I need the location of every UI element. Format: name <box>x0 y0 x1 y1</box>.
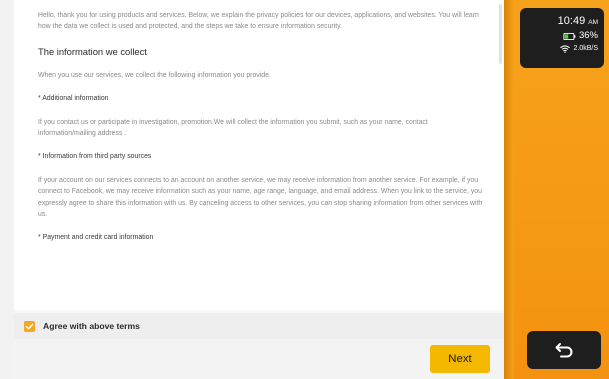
clock-time: 10:49 <box>557 15 586 27</box>
section-third-party-text: If your account on our services connects… <box>38 176 483 219</box>
scrollbar[interactable] <box>499 4 502 64</box>
bottom-action-bar: Next <box>14 339 504 379</box>
check-icon <box>25 323 34 329</box>
network-status: 2.0kB/S <box>520 43 598 55</box>
clock: 10:49 AM <box>520 15 598 29</box>
section-additional-title: * Additional information <box>38 95 109 103</box>
section-third-party-title: * Information from third party sources <box>38 153 152 161</box>
clock-ampm: AM <box>588 19 598 26</box>
battery-status: 36% <box>520 30 598 42</box>
next-button[interactable]: Next <box>430 345 490 373</box>
agree-checkbox[interactable] <box>24 320 35 332</box>
privacy-policy-text[interactable]: Hello, thank you for using products and … <box>14 0 504 310</box>
section-additional-text: If you contact us or participate in inve… <box>38 118 428 138</box>
privacy-policy-panel: Hello, thank you for using products and … <box>14 0 504 379</box>
agree-terms-row[interactable]: Agree with above terms <box>14 313 504 339</box>
policy-heading: The information we collect <box>38 45 147 57</box>
status-panel: 10:49 AM 36% 2.0kB/S <box>520 8 604 68</box>
policy-intro: Hello, thank you for using products and … <box>38 12 479 31</box>
section-payment-title: * Payment and credit card information <box>38 234 154 242</box>
collect-text: When you use our services, we collect th… <box>38 71 271 79</box>
wifi-icon <box>560 45 571 53</box>
battery-percent: 36% <box>578 30 598 41</box>
side-panel-edge <box>504 0 514 379</box>
back-arrow-icon <box>555 343 573 358</box>
network-speed: 2.0kB/S <box>573 45 598 52</box>
battery-icon <box>563 32 576 40</box>
back-button[interactable] <box>527 331 601 369</box>
agree-terms-label: Agree with above terms <box>43 321 140 331</box>
